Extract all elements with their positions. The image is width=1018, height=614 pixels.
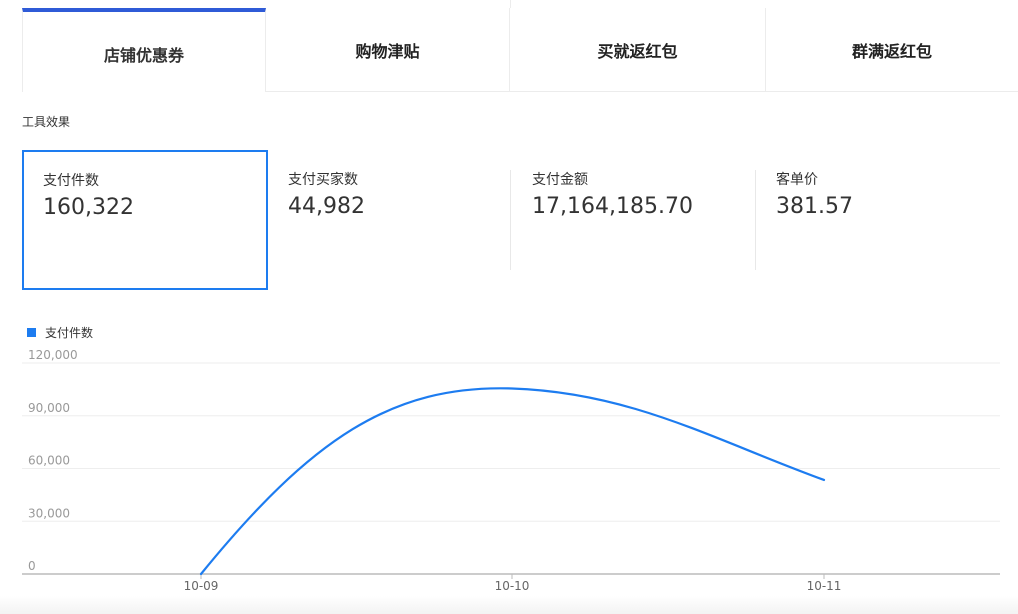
y-tick-label: 30,000 [28,506,70,520]
page: 店铺优惠券 购物津贴 买就返红包 群满返红包 工具效果 支付件数 160,322… [0,0,1018,614]
y-tick-label: 120,000 [28,348,78,362]
x-tick-label: 10-09 [184,579,219,593]
y-tick-label: 90,000 [28,401,70,415]
line-chart: 0 30,000 60,000 90,000 120,000 10-09 10-10 10-1… [22,348,1000,593]
x-tick-label: 10-11 [807,579,842,593]
y-tick-label: 60,000 [28,454,70,468]
y-tick-label: 0 [28,559,36,573]
bottom-fade [0,596,1018,614]
x-tick-label: 10-10 [495,579,530,593]
